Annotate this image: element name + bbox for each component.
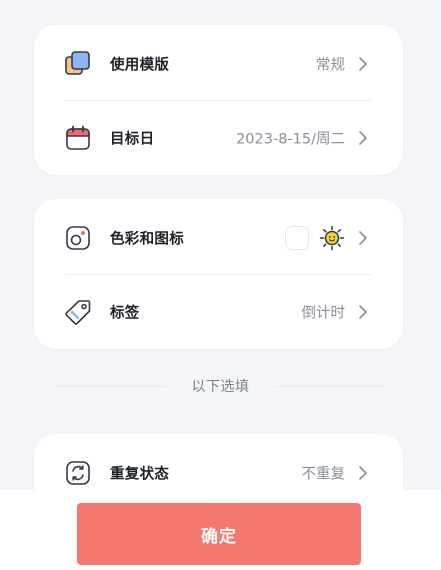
- divider: [55, 385, 166, 387]
- calendar-icon: [64, 124, 92, 152]
- template-value: 常规: [316, 57, 345, 74]
- template-row[interactable]: 使用模版 常规: [34, 27, 403, 101]
- target-date-value: 2023-8-15/周二: [236, 131, 345, 148]
- template-label: 使用模版: [110, 57, 170, 74]
- divider: [275, 385, 386, 387]
- chevron-right-icon: [357, 130, 369, 146]
- chevron-right-icon: [357, 230, 369, 246]
- color-icon-label: 色彩和图标: [110, 231, 184, 248]
- chevron-right-icon: [357, 56, 369, 72]
- page: 使用模版 常规 目标日 2023-8-15/周二 色彩和图标 标签 倒计时 以下…: [0, 0, 441, 570]
- optional-section-header: 以下选填: [0, 375, 441, 397]
- chevron-right-icon: [357, 465, 369, 481]
- tag-value: 倒计时: [301, 305, 346, 322]
- template-icon: [64, 50, 92, 78]
- basic-settings-card: 使用模版 常规 目标日 2023-8-15/周二: [34, 25, 403, 175]
- target-date-label: 目标日: [110, 131, 155, 148]
- sun-face-icon[interactable]: [319, 225, 345, 251]
- tag-row[interactable]: 标签 倒计时: [34, 275, 403, 349]
- color-swatch[interactable]: [285, 226, 309, 250]
- repeat-label: 重复状态: [110, 466, 170, 483]
- palette-icon: [64, 224, 92, 252]
- optional-section-title: 以下选填: [191, 379, 250, 395]
- appearance-card: 色彩和图标 标签 倒计时: [34, 199, 403, 349]
- color-icon-row[interactable]: 色彩和图标: [34, 201, 403, 275]
- repeat-icon: [64, 459, 92, 487]
- target-date-row[interactable]: 目标日 2023-8-15/周二: [34, 101, 403, 175]
- tag-icon: [64, 298, 92, 326]
- tag-label: 标签: [110, 305, 140, 322]
- repeat-value: 不重复: [301, 466, 346, 483]
- confirm-button[interactable]: 确定: [77, 503, 361, 565]
- chevron-right-icon: [357, 304, 369, 320]
